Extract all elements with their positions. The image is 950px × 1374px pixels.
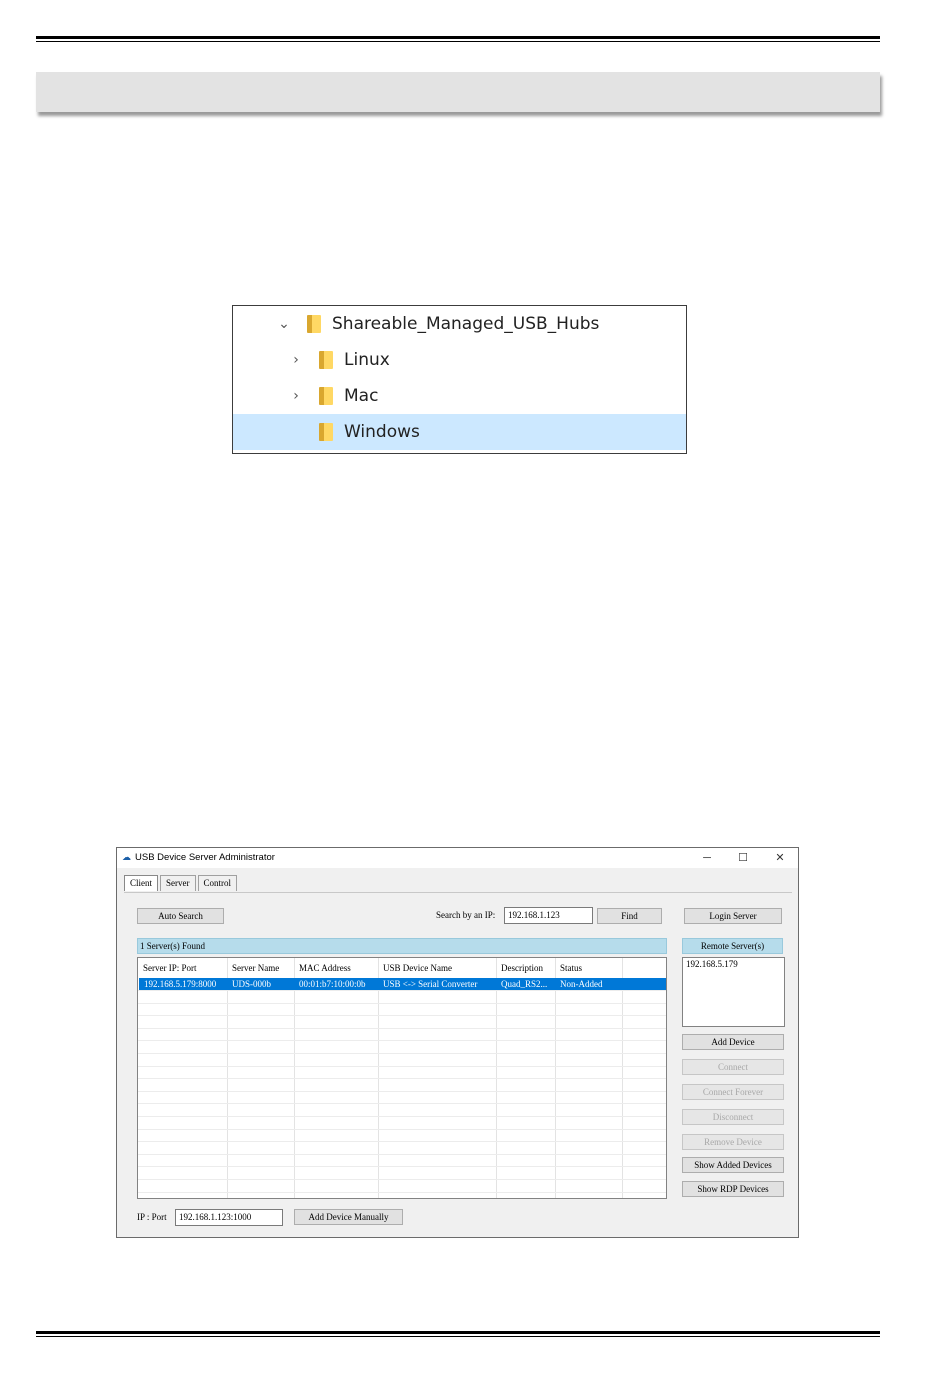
app-window: ☁ USB Device Server Administrator ─ ☐ ✕ … <box>116 847 799 1238</box>
search-ip-input[interactable]: 192.168.1.123 <box>504 907 593 924</box>
column-header-ip-port[interactable]: Server IP: Port <box>138 962 227 974</box>
column-header-usb-device[interactable]: USB Device Name <box>378 962 496 974</box>
list-item[interactable]: 192.168.5.179 <box>683 958 784 970</box>
cell-usb-device: USB <-> Serial Converter <box>383 979 478 989</box>
row-separator <box>138 1141 666 1143</box>
tree-item-label: Linux <box>344 350 390 370</box>
row-separator <box>138 1053 666 1054</box>
show-added-devices-button[interactable]: Show Added Devices <box>682 1157 784 1173</box>
cell-server-name: UDS-000b <box>232 979 272 989</box>
row-separator <box>138 1065 666 1067</box>
row-separator <box>138 1166 666 1168</box>
column-header-description[interactable]: Description <box>496 962 555 974</box>
tree-item-root[interactable]: ⌄ Shareable_Managed_USB_Hubs <box>233 306 686 342</box>
row-separator <box>138 1078 666 1080</box>
connect-forever-button[interactable]: Connect Forever <box>682 1084 784 1100</box>
row-separator <box>138 1002 666 1004</box>
row-separator <box>138 1153 666 1155</box>
chevron-down-icon[interactable]: ⌄ <box>277 316 291 332</box>
cloud-icon: ☁ <box>122 852 131 862</box>
row-separator <box>138 1116 666 1117</box>
maximize-button[interactable]: ☐ <box>733 850 753 866</box>
folder-icon <box>319 387 333 405</box>
auto-search-button[interactable]: Auto Search <box>137 908 224 924</box>
header-rule <box>36 36 880 42</box>
row-separator <box>138 1103 666 1105</box>
tree-item-windows[interactable]: Windows <box>233 414 686 450</box>
cell-mac: 00:01:b7:10:00:0b <box>299 979 366 989</box>
row-separator <box>138 1090 666 1092</box>
cell-status: Non-Added <box>560 979 603 989</box>
tab-client[interactable]: Client <box>124 875 158 891</box>
row-separator <box>138 1179 666 1180</box>
tree-item-mac[interactable]: › Mac <box>233 378 686 414</box>
close-button[interactable]: ✕ <box>770 850 790 866</box>
row-separator <box>138 1015 666 1017</box>
connect-button[interactable]: Connect <box>682 1059 784 1075</box>
row-separator <box>138 1040 666 1042</box>
cell-description: Quad_RS2... <box>501 979 548 989</box>
remote-servers-list[interactable]: 192.168.5.179 <box>682 957 785 1027</box>
ip-port-input[interactable]: 192.168.1.123:1000 <box>175 1209 283 1226</box>
column-header-mac[interactable]: MAC Address <box>294 962 378 974</box>
row-separator <box>138 1027 666 1029</box>
show-rdp-devices-button[interactable]: Show RDP Devices <box>682 1181 784 1197</box>
title-bar: ☁ USB Device Server Administrator ─ ☐ ✕ <box>117 848 798 868</box>
add-device-manually-button[interactable]: Add Device Manually <box>294 1209 403 1225</box>
chevron-right-icon[interactable]: › <box>289 388 303 404</box>
table-header: Server IP: Port Server Name MAC Address … <box>138 958 666 978</box>
servers-found-header: 1 Server(s) Found <box>137 938 667 954</box>
find-button[interactable]: Find <box>597 908 662 924</box>
remote-servers-header: Remote Server(s) <box>682 938 783 954</box>
chevron-right-icon[interactable]: › <box>289 352 303 368</box>
tree-item-linux[interactable]: › Linux <box>233 342 686 378</box>
tree-item-label: Mac <box>344 386 379 406</box>
login-server-button[interactable]: Login Server <box>684 908 782 924</box>
minimize-button[interactable]: ─ <box>697 850 717 866</box>
folder-icon <box>319 351 333 369</box>
remove-device-button[interactable]: Remove Device <box>682 1134 784 1150</box>
tab-bar: Client Server Control <box>124 875 239 892</box>
table-row[interactable]: 192.168.5.179:8000 UDS-000b 00:01:b7:10:… <box>139 978 666 990</box>
ip-port-label: IP : Port <box>137 1212 167 1222</box>
folder-icon <box>319 423 333 441</box>
folder-tree: ⌄ Shareable_Managed_USB_Hubs › Linux › M… <box>232 305 687 454</box>
window-title: USB Device Server Administrator <box>135 852 275 863</box>
footer-rule <box>36 1331 880 1337</box>
section-title-bar <box>36 72 880 112</box>
row-separator <box>138 1128 666 1130</box>
device-table: Server IP: Port Server Name MAC Address … <box>137 957 667 1199</box>
folder-icon <box>307 315 321 333</box>
row-separator <box>138 1191 666 1193</box>
cell-ip-port: 192.168.5.179:8000 <box>144 979 217 989</box>
tab-control[interactable]: Control <box>197 875 238 891</box>
tree-item-label: Shareable_Managed_USB_Hubs <box>332 314 600 334</box>
tab-divider <box>124 892 792 893</box>
add-device-button[interactable]: Add Device <box>682 1034 784 1050</box>
tab-server[interactable]: Server <box>160 875 196 891</box>
disconnect-button[interactable]: Disconnect <box>682 1109 784 1125</box>
column-header-status[interactable]: Status <box>555 962 622 974</box>
column-header-server-name[interactable]: Server Name <box>227 962 294 974</box>
tree-item-label: Windows <box>344 422 420 442</box>
row-separator <box>138 990 666 991</box>
search-ip-label: Search by an IP: <box>436 910 496 920</box>
